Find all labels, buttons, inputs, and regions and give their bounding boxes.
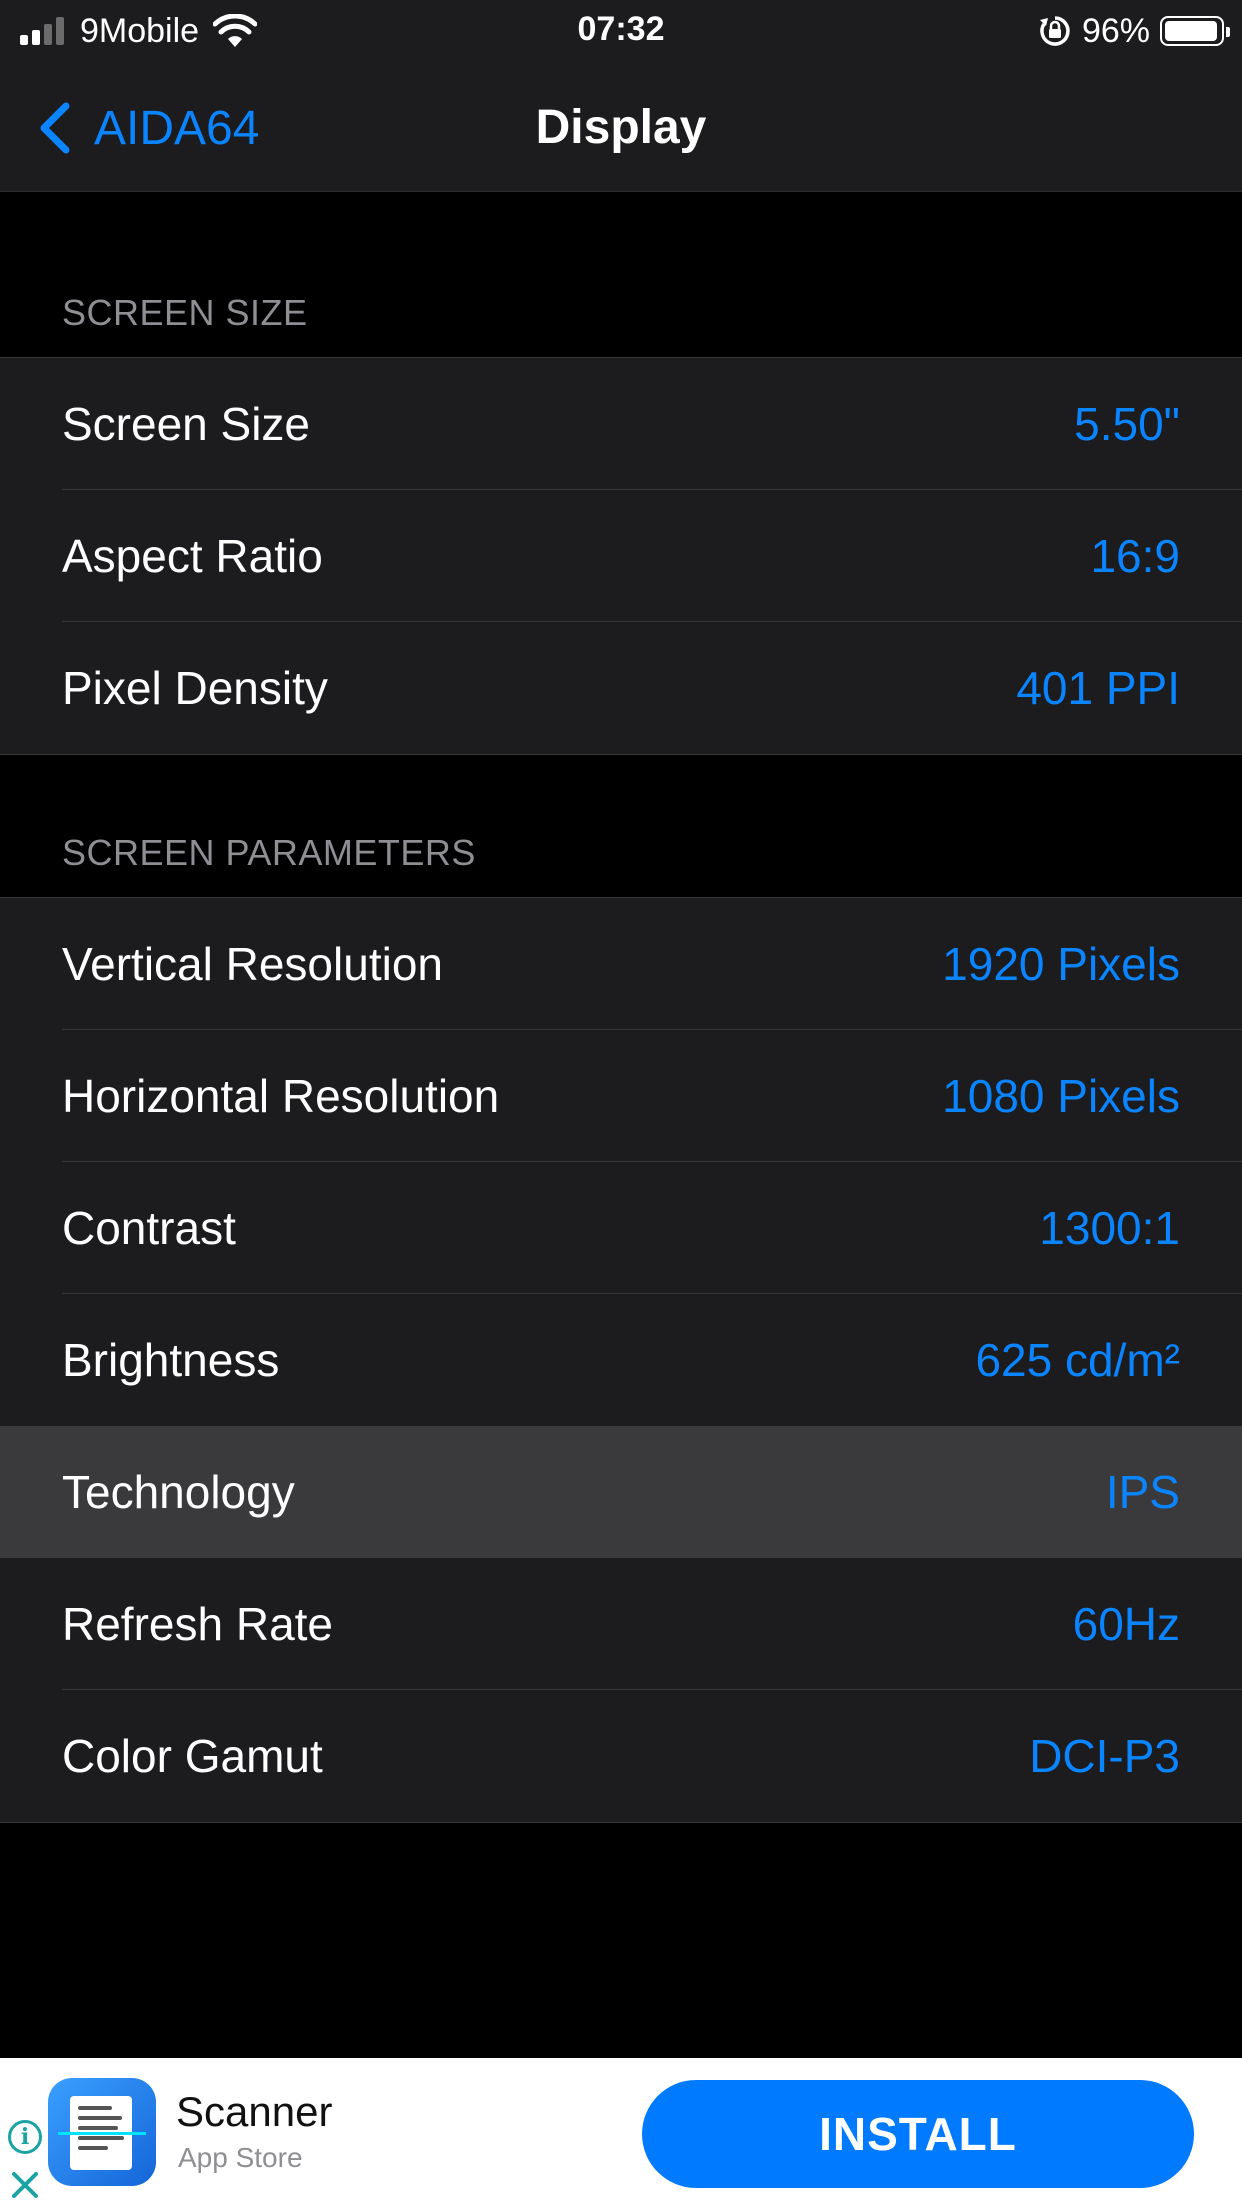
row-value: 16:9 xyxy=(1090,530,1180,582)
row-contrast[interactable]: Contrast 1300:1 xyxy=(0,1162,1242,1294)
row-label: Color Gamut xyxy=(62,1730,323,1782)
row-value: DCI-P3 xyxy=(1029,1730,1180,1782)
row-value: 1080 Pixels xyxy=(942,1070,1180,1122)
row-refresh-rate[interactable]: Refresh Rate 60Hz xyxy=(0,1558,1242,1690)
row-value: 1300:1 xyxy=(1039,1202,1180,1254)
row-brightness[interactable]: Brightness 625 cd/m² xyxy=(0,1294,1242,1426)
row-screen-size[interactable]: Screen Size 5.50" xyxy=(0,358,1242,490)
row-label: Refresh Rate xyxy=(62,1598,334,1650)
page-title: Display xyxy=(535,101,707,154)
row-horizontal-resolution[interactable]: Horizontal Resolution 1080 Pixels xyxy=(0,1030,1242,1162)
scanner-app-icon[interactable] xyxy=(48,2078,156,2186)
row-label: Brightness xyxy=(62,1334,280,1386)
screen-size-group: Screen Size 5.50" Aspect Ratio 16:9 Pixe… xyxy=(0,357,1242,755)
close-icon[interactable] xyxy=(8,2168,42,2202)
orientation-lock-icon xyxy=(1039,16,1070,46)
info-icon[interactable]: i xyxy=(8,2120,42,2154)
row-label: Aspect Ratio xyxy=(62,530,323,582)
ad-app-name[interactable]: Scanner xyxy=(176,2088,332,2136)
row-value: 1920 Pixels xyxy=(942,938,1180,990)
row-technology[interactable]: Technology IPS xyxy=(0,1426,1242,1558)
row-pixel-density[interactable]: Pixel Density 401 PPI xyxy=(0,622,1242,754)
row-label: Contrast xyxy=(62,1202,236,1254)
row-label: Vertical Resolution xyxy=(62,938,443,990)
row-aspect-ratio[interactable]: Aspect Ratio 16:9 xyxy=(0,490,1242,622)
row-value: 401 PPI xyxy=(1016,662,1180,714)
section-header-screen-parameters: SCREEN PARAMETERS xyxy=(62,832,476,873)
row-value: 60Hz xyxy=(1072,1598,1180,1650)
navigation-bar: AIDA64 Display xyxy=(0,62,1242,192)
battery-icon xyxy=(1160,16,1230,46)
ad-banner[interactable]: i Scanner App Store INSTALL xyxy=(0,2058,1242,2208)
ad-store-label: App Store xyxy=(178,2142,303,2173)
status-bar: 9Mobile 07:32 96% xyxy=(0,0,1242,62)
row-value: IPS xyxy=(1105,1466,1180,1518)
row-label: Pixel Density xyxy=(62,662,328,714)
screen-parameters-group: Vertical Resolution 1920 Pixels Horizont… xyxy=(0,897,1242,1823)
row-label: Screen Size xyxy=(62,398,311,450)
section-header-screen-size: SCREEN SIZE xyxy=(62,292,308,333)
install-button[interactable]: INSTALL xyxy=(642,2080,1194,2188)
row-value: 5.50" xyxy=(1074,398,1180,450)
battery-percent: 96% xyxy=(1081,11,1150,50)
status-right: 96% xyxy=(1038,10,1230,52)
scan-line xyxy=(58,2132,146,2135)
row-value: 625 cd/m² xyxy=(975,1334,1180,1386)
row-color-gamut[interactable]: Color Gamut DCI-P3 xyxy=(0,1690,1242,1822)
row-label: Horizontal Resolution xyxy=(62,1070,500,1122)
row-label: Technology xyxy=(62,1466,295,1518)
row-vertical-resolution[interactable]: Vertical Resolution 1920 Pixels xyxy=(0,898,1242,1030)
